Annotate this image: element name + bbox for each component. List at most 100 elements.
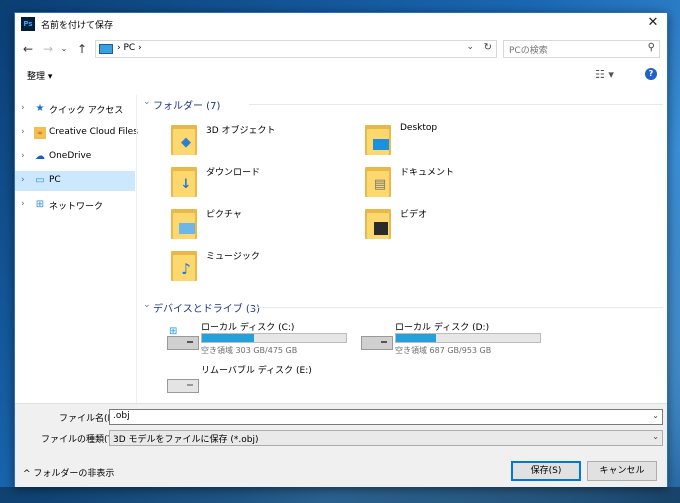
- drive-d[interactable]: ローカル ディスク (D:) 空き領域 687 GB/953 GB: [361, 320, 561, 360]
- chevron-down-icon[interactable]: ⌄: [652, 411, 659, 420]
- taskbar: [0, 487, 680, 503]
- network-icon: ⊞: [35, 199, 45, 210]
- drive-label: リムーバブル ディスク (E:): [201, 366, 312, 376]
- folder-documents[interactable]: ▤ ドキュメント: [365, 161, 545, 201]
- address-path: › PC ›: [117, 43, 142, 53]
- cloud-icon: ☁: [35, 151, 45, 162]
- address-bar[interactable]: › PC › ⌄ ↻: [95, 40, 497, 58]
- drive-usage-fill: [396, 334, 437, 342]
- divider: [251, 307, 663, 308]
- window-title: 名前を付けて保存: [41, 21, 114, 31]
- drive-icon: [361, 330, 393, 350]
- computer-icon: [99, 44, 113, 54]
- up-arrow-icon[interactable]: ↑: [75, 42, 89, 56]
- chevron-down-icon[interactable]: ⌄: [143, 97, 151, 107]
- downloads-folder-icon: ↓: [171, 163, 199, 197]
- close-icon[interactable]: ✕: [645, 15, 661, 31]
- chevron-right-icon[interactable]: ›: [21, 175, 25, 185]
- organize-button[interactable]: 整理 ▾: [27, 69, 52, 82]
- chevron-down-icon[interactable]: ⌄: [652, 432, 659, 441]
- search-placeholder: PCの検索: [509, 46, 548, 56]
- chevron-right-icon[interactable]: ›: [21, 103, 25, 113]
- removable-drive-icon: [167, 373, 199, 393]
- hide-folders-toggle[interactable]: ^ フォルダーの非表示: [23, 466, 114, 479]
- folder-label: 3D オブジェクト: [206, 126, 276, 136]
- folder-downloads[interactable]: ↓ ダウンロード: [171, 161, 351, 201]
- navigation-bar: ← → ⌄ ↑ › PC › ⌄ ↻ PCの検索 ⚲: [15, 37, 667, 61]
- photoshop-app-icon: Ps: [21, 17, 35, 31]
- pane-divider[interactable]: [136, 95, 137, 403]
- sidebar-item-creative-cloud[interactable]: › ∞ Creative Cloud Files: [15, 123, 138, 143]
- folder-label: ビデオ: [400, 210, 428, 220]
- filetype-value: 3D モデルをファイルに保存 (*.obj): [113, 435, 259, 445]
- creative-cloud-folder-icon: ∞: [34, 127, 46, 139]
- desktop-folder-icon: [365, 121, 393, 155]
- sidebar-item-label: PC: [49, 175, 61, 185]
- chevron-right-icon[interactable]: ›: [21, 127, 25, 137]
- drive-usage-fill: [202, 334, 254, 342]
- content-pane: ⌄ フォルダー (7) ◆ 3D オブジェクト Desktop ↓ ダウンロード…: [139, 95, 663, 403]
- folder-music[interactable]: ♪ ミュージック: [171, 245, 351, 285]
- folder-label: ダウンロード: [206, 168, 261, 178]
- folder-desktop[interactable]: Desktop: [365, 119, 545, 159]
- save-as-dialog: Ps 名前を付けて保存 ✕ ← → ⌄ ↑ › PC › ⌄ ↻ PCの検索 ⚲…: [14, 12, 668, 487]
- documents-folder-icon: ▤: [365, 163, 393, 197]
- drives-group-header[interactable]: ⌄ デバイスとドライブ (3): [139, 298, 663, 315]
- chevron-right-icon[interactable]: ›: [21, 151, 25, 161]
- chevron-down-icon[interactable]: ⌄: [143, 300, 151, 310]
- folder-label: ドキュメント: [400, 168, 455, 178]
- drive-label: ローカル ディスク (C:): [201, 323, 295, 333]
- search-icon: ⚲: [647, 42, 655, 53]
- folder-pictures[interactable]: ピクチャ: [171, 203, 351, 243]
- 3d-objects-folder-icon: ◆: [171, 121, 199, 155]
- bottom-panel: ファイル名(N): .obj ⌄ ファイルの種類(T): 3D モデルをファイル…: [15, 403, 667, 487]
- pictures-folder-icon: [171, 205, 199, 239]
- folder-3d-objects[interactable]: ◆ 3D オブジェクト: [171, 119, 351, 159]
- drive-usage-bar: [395, 333, 541, 343]
- refresh-icon[interactable]: ↻: [484, 42, 492, 53]
- computer-icon: ▭: [35, 175, 45, 186]
- forward-arrow-icon[interactable]: →: [41, 42, 55, 56]
- filename-value: .obj: [113, 411, 130, 421]
- drive-free-space: 空き領域 303 GB/475 GB: [201, 346, 298, 355]
- sidebar-item-quick-access[interactable]: › ★ クイック アクセス: [15, 99, 135, 119]
- filetype-select[interactable]: 3D モデルをファイルに保存 (*.obj) ⌄: [109, 430, 663, 446]
- chevron-right-icon[interactable]: ›: [21, 199, 25, 209]
- back-arrow-icon[interactable]: ←: [21, 42, 35, 56]
- sidebar-item-onedrive[interactable]: › ☁ OneDrive: [15, 147, 135, 167]
- group-title: フォルダー (7): [153, 101, 221, 112]
- recent-locations-chevron-icon[interactable]: ⌄: [57, 42, 71, 56]
- navigation-pane: › ★ クイック アクセス › ∞ Creative Cloud Files ›…: [15, 95, 138, 403]
- windows-drive-icon: ⊞: [167, 326, 199, 350]
- sidebar-item-pc[interactable]: › ▭ PC: [15, 171, 135, 191]
- sidebar-item-label: ネットワーク: [49, 202, 104, 212]
- filename-field[interactable]: .obj ⌄: [109, 409, 663, 425]
- sidebar-item-label: クイック アクセス: [49, 106, 124, 116]
- search-input[interactable]: PCの検索 ⚲: [503, 40, 660, 58]
- divider: [249, 104, 663, 105]
- view-options-icon[interactable]: ☷ ▾: [595, 68, 614, 81]
- sidebar-item-label: OneDrive: [49, 151, 92, 161]
- drive-e[interactable]: リムーバブル ディスク (E:): [167, 363, 367, 403]
- save-button[interactable]: 保存(S): [511, 461, 581, 481]
- music-folder-icon: ♪: [171, 247, 199, 281]
- group-title: デバイスとドライブ (3): [153, 304, 261, 315]
- cancel-button[interactable]: キャンセル: [587, 461, 657, 481]
- drive-label: ローカル ディスク (D:): [395, 323, 490, 333]
- sidebar-item-network[interactable]: › ⊞ ネットワーク: [15, 195, 135, 215]
- sidebar-item-label: Creative Cloud Files: [49, 127, 138, 137]
- command-bar: 整理 ▾ ☷ ▾ ?: [15, 65, 667, 85]
- folders-group-header[interactable]: ⌄ フォルダー (7): [139, 95, 663, 112]
- chevron-down-icon[interactable]: ⌄: [466, 42, 474, 52]
- folder-videos[interactable]: ビデオ: [365, 203, 545, 243]
- drive-usage-bar: [201, 333, 347, 343]
- filetype-label: ファイルの種類(T):: [41, 435, 120, 445]
- folder-label: Desktop: [400, 123, 438, 133]
- drive-c[interactable]: ⊞ ローカル ディスク (C:) 空き領域 303 GB/475 GB: [167, 320, 367, 360]
- title-bar: Ps 名前を付けて保存 ✕: [15, 13, 667, 35]
- videos-folder-icon: [365, 205, 393, 239]
- folder-label: ミュージック: [206, 252, 260, 262]
- help-icon[interactable]: ?: [645, 68, 657, 80]
- drive-free-space: 空き領域 687 GB/953 GB: [395, 346, 492, 355]
- star-icon: ★: [35, 103, 45, 114]
